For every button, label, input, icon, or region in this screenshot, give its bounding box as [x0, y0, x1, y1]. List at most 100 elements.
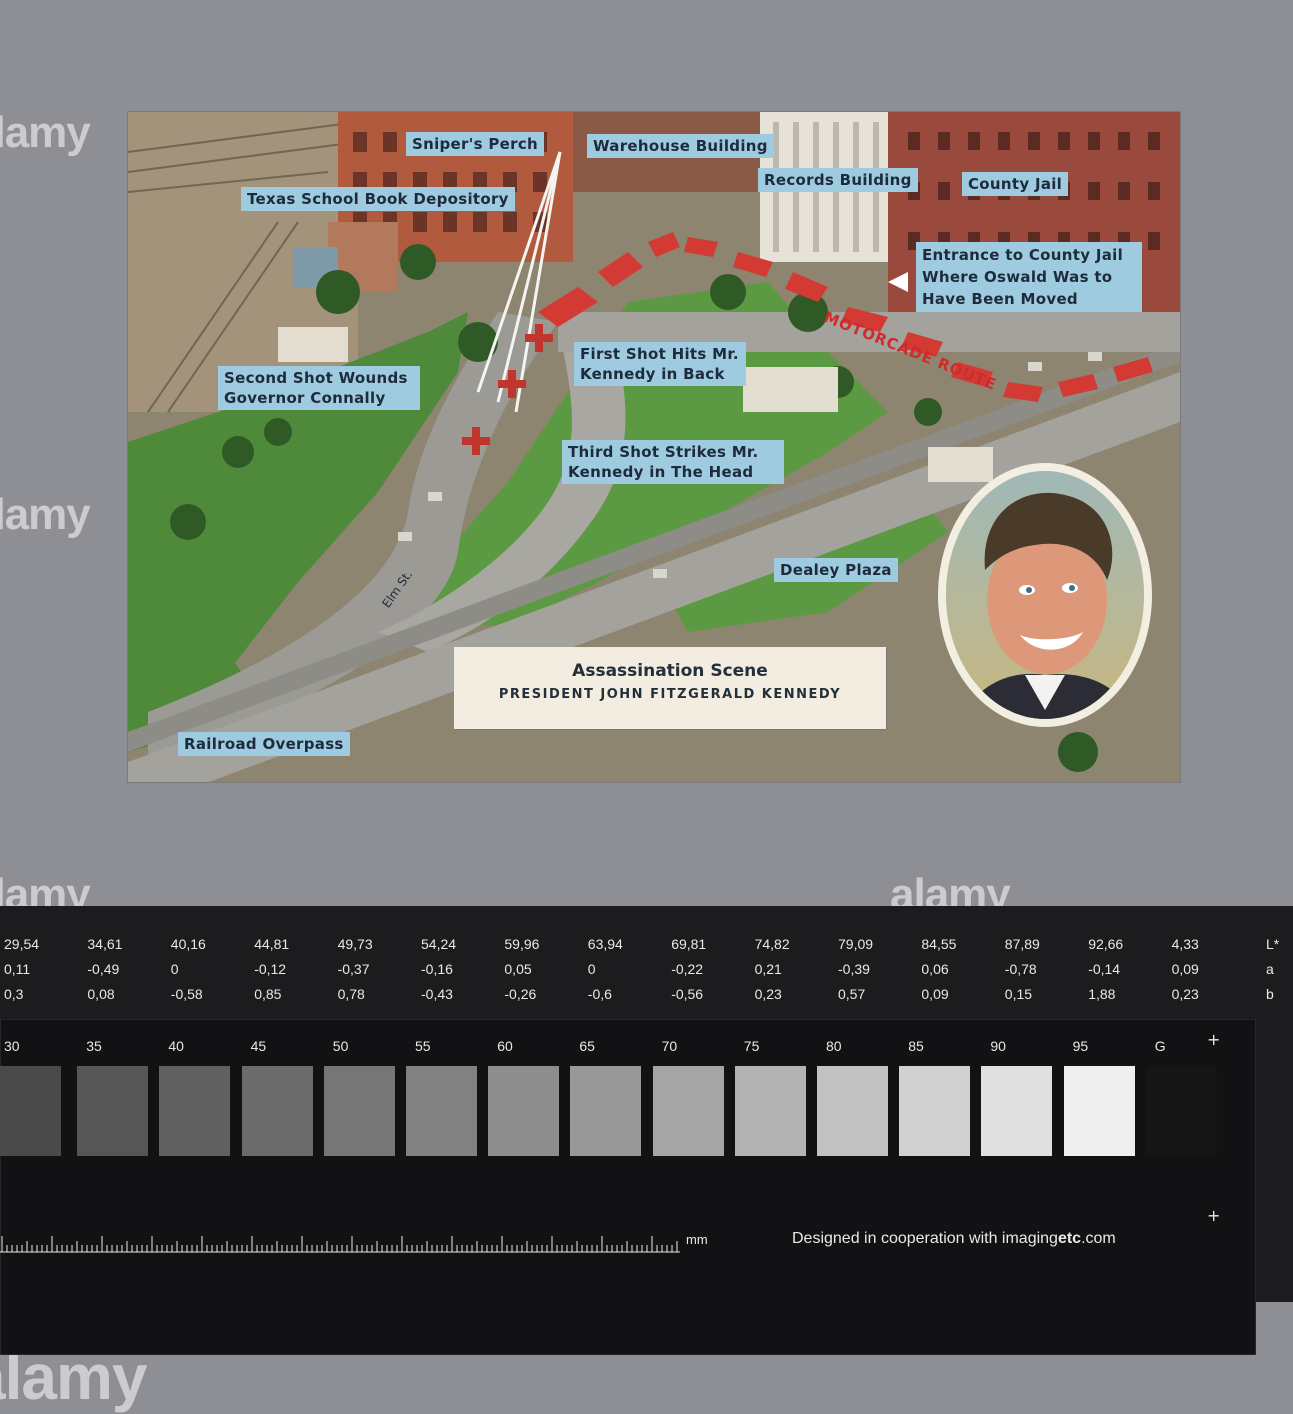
lab-value: -0,16 — [421, 961, 453, 977]
patch-label: 65 — [579, 1038, 595, 1054]
patch-label: 70 — [661, 1038, 678, 1054]
patch-label: 95 — [1072, 1038, 1089, 1054]
lab-value: 34,61 — [87, 936, 123, 952]
gray-patch — [1145, 1066, 1217, 1156]
postcard-subtitle: PRESIDENT JOHN FITZGERALD KENNEDY — [498, 687, 842, 702]
registration-mark: + — [1207, 1030, 1221, 1049]
ruler-unit: mm — [686, 1232, 708, 1247]
lab-value: 54,24 — [421, 936, 457, 952]
watermark-alamy: alamy — [0, 490, 91, 539]
lab-value: 0,21 — [754, 961, 782, 977]
gray-patch — [981, 1066, 1053, 1156]
gray-patch — [406, 1066, 477, 1156]
lab-value: -0,22 — [671, 961, 704, 977]
gray-patch — [241, 1066, 313, 1156]
gray-patch — [734, 1066, 806, 1156]
gray-patch — [652, 1066, 724, 1156]
lab-value: 0,09 — [921, 986, 949, 1002]
patch-label: G — [1154, 1038, 1166, 1054]
lab-value: -0,37 — [337, 961, 370, 977]
label-warehouse-building: Warehouse Building — [587, 134, 774, 158]
gray-patch — [899, 1066, 971, 1156]
label-third-shot: Third Shot Strikes Mr. Kennedy in The He… — [562, 440, 784, 484]
lab-value: 44,81 — [254, 936, 290, 952]
label-snipers-perch: Sniper's Perch — [406, 132, 545, 156]
lab-value: 0,15 — [1004, 986, 1033, 1002]
lab-value: 29,54 — [4, 936, 40, 952]
lab-value: -0,12 — [254, 961, 287, 977]
lab-value: 0,23 — [754, 986, 782, 1002]
postcard-title-box: Assassination Scene PRESIDENT JOHN FITZG… — [454, 647, 886, 729]
gray-patch — [817, 1066, 888, 1156]
lab-value: 0,11 — [4, 961, 31, 977]
lab-value: -0,49 — [87, 961, 120, 977]
lab-value: -0,58 — [170, 986, 203, 1002]
lab-value: 0,78 — [337, 986, 365, 1002]
lab-row-label: b — [1266, 986, 1274, 1002]
lab-value: 63,94 — [587, 936, 623, 952]
lab-value: 0,23 — [1171, 986, 1199, 1002]
patch-label: 80 — [826, 1038, 842, 1054]
color-calibration-chart: + + mm Designed in cooperation with imag… — [0, 906, 1293, 1355]
lab-value: 79,09 — [838, 936, 874, 952]
lab-value: -0,56 — [671, 986, 704, 1002]
label-second-shot: Second Shot Wounds Governor Connally — [218, 366, 420, 410]
label-railroad-overpass: Railroad Overpass — [178, 732, 350, 756]
lab-value: 0,57 — [838, 986, 866, 1002]
label-dealey-plaza: Dealey Plaza — [774, 558, 898, 582]
gray-patch — [77, 1066, 149, 1156]
watermark-alamy: alamy — [0, 108, 91, 157]
lab-value: 74,82 — [754, 936, 790, 952]
lab-value: 49,73 — [337, 936, 373, 952]
lab-value: 0,09 — [1171, 961, 1199, 977]
lab-value: -0,39 — [838, 961, 870, 977]
patch-label: 75 — [743, 1038, 760, 1054]
lab-value: 87,89 — [1004, 936, 1040, 952]
gray-patch — [323, 1066, 395, 1156]
lab-value: 0,05 — [504, 961, 532, 977]
lab-value: 0,06 — [921, 961, 949, 977]
lab-value: 40,16 — [170, 936, 206, 952]
lab-value: -0,6 — [587, 986, 612, 1002]
lab-value: 0,08 — [87, 986, 115, 1002]
lab-value: -0,43 — [421, 986, 453, 1002]
lab-value: -0,14 — [1088, 961, 1121, 977]
lab-row-label: a — [1266, 961, 1274, 977]
patch-label: 35 — [86, 1038, 102, 1054]
lab-value: 4,33 — [1171, 936, 1199, 952]
lab-value: -0,78 — [1004, 961, 1037, 977]
patch-label: 60 — [497, 1038, 513, 1054]
lab-value: 84,55 — [921, 936, 957, 952]
postcard-title: Assassination Scene — [572, 661, 768, 681]
gray-patch — [1063, 1066, 1135, 1156]
lab-value: 0 — [587, 961, 596, 977]
patch-label: 45 — [250, 1038, 267, 1054]
label-county-jail: County Jail — [962, 172, 1069, 196]
patch-label: 30 — [4, 1038, 20, 1054]
gray-patch — [159, 1066, 231, 1156]
patch-label: 85 — [908, 1038, 924, 1054]
gray-patch — [0, 1066, 61, 1156]
lab-value: 0,85 — [254, 986, 282, 1002]
lab-value: 69,81 — [671, 936, 707, 952]
patch-label: 40 — [168, 1038, 184, 1054]
chart-credit: Designed in cooperation with imagingetc.… — [792, 1230, 1116, 1247]
patch-label: 90 — [990, 1038, 1006, 1054]
patch-label: 50 — [332, 1038, 349, 1054]
lab-row-label: L* — [1266, 936, 1280, 952]
gray-patch — [570, 1066, 642, 1156]
label-records-building: Records Building — [758, 168, 918, 192]
registration-mark: + — [1207, 1206, 1221, 1225]
gray-patch — [488, 1066, 560, 1156]
lab-value: 0 — [170, 961, 179, 977]
lab-value: 92,66 — [1088, 936, 1124, 952]
label-texas-school-book-depository: Texas School Book Depository — [241, 187, 515, 211]
label-county-jail-entrance: Entrance to County Jail Where Oswald Was… — [916, 242, 1142, 312]
kennedy-portrait — [938, 463, 1152, 727]
patch-label: 55 — [415, 1038, 431, 1054]
lab-value: 59,96 — [504, 936, 540, 952]
postcard: Sniper's Perch Warehouse Building Record… — [128, 112, 1180, 782]
lab-value: 1,88 — [1088, 986, 1116, 1002]
lab-value: 0,3 — [4, 986, 24, 1002]
label-first-shot: First Shot Hits Mr. Kennedy in Back — [574, 342, 746, 386]
